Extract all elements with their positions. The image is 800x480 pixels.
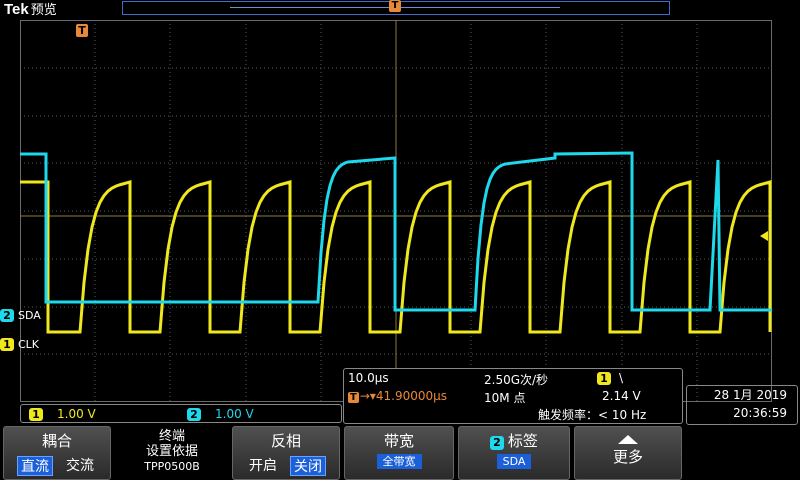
brand-logo: Tek [4, 1, 29, 18]
trigger-delay-icon: T [348, 392, 359, 403]
bandwidth-value: 全带宽 [376, 454, 422, 469]
label-button[interactable]: 2 标签 SDA [458, 426, 570, 480]
date-time: 28 1月 2019 20:36:59 [686, 385, 798, 425]
ch2-vertical-scale[interactable]: 2 1.00 V [187, 406, 254, 422]
trigger-time-marker[interactable]: T [389, 0, 401, 12]
ch1-label: CLK [18, 338, 40, 351]
termination-probe: TPP0500B [144, 460, 200, 473]
coupling-ac-option[interactable]: 交流 [63, 456, 97, 476]
termination-button[interactable]: 终端 设置依据 TPP0500B [116, 426, 228, 480]
more-title: 更多 [612, 448, 643, 466]
chevron-up-icon [618, 435, 638, 444]
ch2-scale-value: 1.00 V [215, 407, 254, 421]
trigger-source-badge: 1 [597, 372, 611, 385]
bandwidth-button[interactable]: 带宽 全带宽 [344, 426, 454, 480]
invert-title: 反相 [270, 432, 301, 450]
coupling-dc-option[interactable]: 直流 [17, 456, 53, 476]
label-value: SDA [496, 454, 532, 469]
bottom-menu: 耦合 直流 交流 终端 设置依据 TPP0500B 反相 开启 关闭 带宽 全带… [0, 426, 800, 480]
top-bar: Tek 预览 T [0, 0, 800, 20]
trigger-frequency: 触发频率：< 10 Hz [538, 408, 647, 422]
brand: Tek 预览 [4, 0, 57, 20]
ch2-sda-waveform [20, 151, 772, 312]
time: 20:36:59 [733, 406, 787, 420]
mode-label: 预览 [30, 3, 57, 18]
ch1-ground-marker[interactable]: 1 CLK [0, 337, 39, 352]
ch2-badge: 2 [0, 309, 14, 322]
label-title: 标签 [507, 432, 538, 450]
record-length: 10M 点 [484, 391, 526, 405]
trigger-position-marker: T [76, 24, 88, 37]
ch2-label: SDA [18, 309, 41, 322]
acquisition-status-panel: 10.0µs T →▾41.90000µs 2.50G次/秒 10M 点 1 \ 2… [343, 368, 683, 424]
ch2-ground-marker[interactable]: 2 SDA [0, 308, 41, 323]
trigger-level: 2.14 V [602, 389, 641, 403]
coupling-title: 耦合 [41, 432, 72, 450]
ch1-scale-badge: 1 [29, 407, 43, 421]
bandwidth-title: 带宽 [383, 432, 414, 450]
horizontal-scale: 10.0µs [348, 371, 389, 385]
sample-rate: 2.50G次/秒 [484, 373, 549, 387]
falling-edge-icon: \ [619, 371, 624, 385]
termination-setting: 设置依据 [145, 444, 198, 459]
ch1-scale-value: 1.00 V [57, 407, 96, 421]
trigger-source: 1 \ [597, 371, 623, 385]
vertical-scale-bar: 1 1.00 V 2 1.00 V [20, 404, 342, 423]
ch2-scale-badge: 2 [187, 407, 201, 421]
horizontal-position-value: 41.90000µs [375, 389, 448, 403]
ch1-vertical-scale[interactable]: 1 1.00 V [29, 406, 96, 422]
termination-title: 终端 [158, 429, 185, 444]
label-channel-badge: 2 [490, 436, 504, 450]
coupling-button[interactable]: 耦合 直流 交流 [3, 426, 111, 480]
invert-button[interactable]: 反相 开启 关闭 [232, 426, 340, 480]
trigger-level-arrow-icon[interactable] [760, 231, 768, 241]
horizontal-position: T →▾41.90000µs [348, 389, 448, 403]
ch1-badge: 1 [0, 338, 14, 351]
invert-off-option[interactable]: 关闭 [290, 456, 326, 476]
waveform-graticule[interactable] [20, 20, 772, 402]
invert-on-option[interactable]: 开启 [246, 456, 280, 476]
date: 28 1月 2019 [713, 388, 787, 402]
waveform-plot [20, 20, 772, 402]
more-button[interactable]: 更多 [574, 426, 682, 480]
